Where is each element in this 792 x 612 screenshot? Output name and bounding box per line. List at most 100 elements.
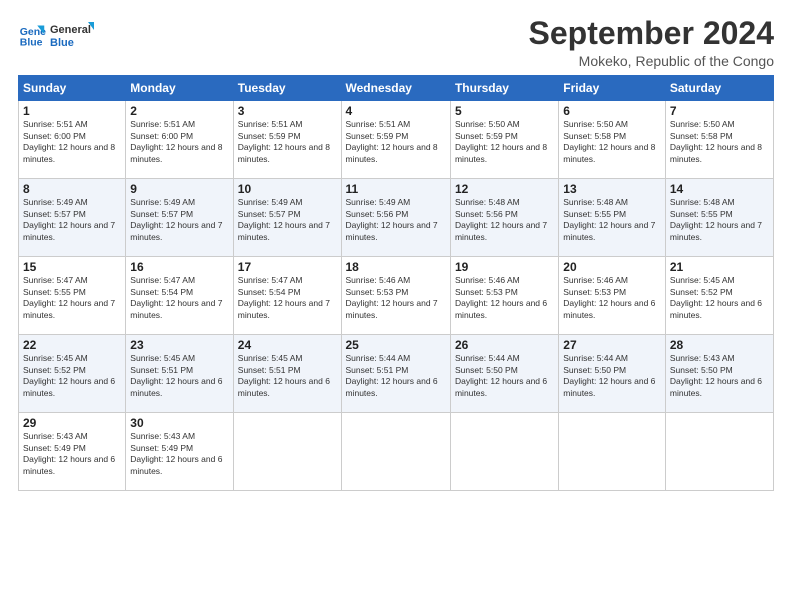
svg-text:Blue: Blue [20,37,43,49]
calendar-week-row: 8Sunrise: 5:49 AMSunset: 5:57 PMDaylight… [19,179,774,257]
calendar-cell: 29Sunrise: 5:43 AMSunset: 5:49 PMDayligh… [19,413,126,491]
calendar-week-row: 29Sunrise: 5:43 AMSunset: 5:49 PMDayligh… [19,413,774,491]
day-number: 29 [23,416,121,430]
weekday-header-row: SundayMondayTuesdayWednesdayThursdayFrid… [19,76,774,101]
svg-text:General: General [50,24,91,36]
day-detail: Sunrise: 5:45 AMSunset: 5:51 PMDaylight:… [130,353,228,399]
day-number: 21 [670,260,769,274]
day-number: 8 [23,182,121,196]
day-detail: Sunrise: 5:48 AMSunset: 5:56 PMDaylight:… [455,197,554,243]
day-detail: Sunrise: 5:50 AMSunset: 5:58 PMDaylight:… [670,119,769,165]
calendar-cell: 21Sunrise: 5:45 AMSunset: 5:52 PMDayligh… [665,257,773,335]
day-number: 9 [130,182,228,196]
calendar-cell: 6Sunrise: 5:50 AMSunset: 5:58 PMDaylight… [559,101,666,179]
calendar-cell: 25Sunrise: 5:44 AMSunset: 5:51 PMDayligh… [341,335,450,413]
weekday-header-tuesday: Tuesday [233,76,341,101]
calendar-page: General Blue General Blue September 2024… [0,0,792,612]
calendar-cell: 30Sunrise: 5:43 AMSunset: 5:49 PMDayligh… [126,413,233,491]
day-detail: Sunrise: 5:43 AMSunset: 5:49 PMDaylight:… [130,431,228,477]
day-number: 3 [238,104,337,118]
day-detail: Sunrise: 5:47 AMSunset: 5:54 PMDaylight:… [238,275,337,321]
calendar-week-row: 22Sunrise: 5:45 AMSunset: 5:52 PMDayligh… [19,335,774,413]
day-number: 23 [130,338,228,352]
day-number: 20 [563,260,661,274]
calendar-cell: 4Sunrise: 5:51 AMSunset: 5:59 PMDaylight… [341,101,450,179]
day-number: 12 [455,182,554,196]
calendar-cell: 24Sunrise: 5:45 AMSunset: 5:51 PMDayligh… [233,335,341,413]
day-number: 27 [563,338,661,352]
calendar-cell: 14Sunrise: 5:48 AMSunset: 5:55 PMDayligh… [665,179,773,257]
calendar-cell: 17Sunrise: 5:47 AMSunset: 5:54 PMDayligh… [233,257,341,335]
logo: General Blue General Blue [18,20,94,52]
calendar-week-row: 1Sunrise: 5:51 AMSunset: 6:00 PMDaylight… [19,101,774,179]
day-number: 16 [130,260,228,274]
calendar-cell: 13Sunrise: 5:48 AMSunset: 5:55 PMDayligh… [559,179,666,257]
day-detail: Sunrise: 5:44 AMSunset: 5:51 PMDaylight:… [346,353,446,399]
day-detail: Sunrise: 5:49 AMSunset: 5:57 PMDaylight:… [238,197,337,243]
weekday-header-thursday: Thursday [450,76,558,101]
day-number: 15 [23,260,121,274]
day-detail: Sunrise: 5:44 AMSunset: 5:50 PMDaylight:… [563,353,661,399]
day-detail: Sunrise: 5:46 AMSunset: 5:53 PMDaylight:… [563,275,661,321]
day-detail: Sunrise: 5:49 AMSunset: 5:56 PMDaylight:… [346,197,446,243]
day-detail: Sunrise: 5:50 AMSunset: 5:58 PMDaylight:… [563,119,661,165]
calendar-cell: 23Sunrise: 5:45 AMSunset: 5:51 PMDayligh… [126,335,233,413]
day-detail: Sunrise: 5:51 AMSunset: 6:00 PMDaylight:… [130,119,228,165]
title-area: September 2024 Mokeko, Republic of the C… [529,16,774,69]
day-detail: Sunrise: 5:47 AMSunset: 5:55 PMDaylight:… [23,275,121,321]
day-number: 17 [238,260,337,274]
day-detail: Sunrise: 5:43 AMSunset: 5:50 PMDaylight:… [670,353,769,399]
day-number: 18 [346,260,446,274]
weekday-header-wednesday: Wednesday [341,76,450,101]
calendar-cell: 19Sunrise: 5:46 AMSunset: 5:53 PMDayligh… [450,257,558,335]
weekday-header-sunday: Sunday [19,76,126,101]
day-number: 22 [23,338,121,352]
calendar-cell: 11Sunrise: 5:49 AMSunset: 5:56 PMDayligh… [341,179,450,257]
day-number: 7 [670,104,769,118]
day-number: 6 [563,104,661,118]
calendar-cell [665,413,773,491]
calendar-body: 1Sunrise: 5:51 AMSunset: 6:00 PMDaylight… [19,101,774,491]
calendar-cell: 1Sunrise: 5:51 AMSunset: 6:00 PMDaylight… [19,101,126,179]
day-detail: Sunrise: 5:45 AMSunset: 5:52 PMDaylight:… [670,275,769,321]
weekday-header-friday: Friday [559,76,666,101]
calendar-cell: 28Sunrise: 5:43 AMSunset: 5:50 PMDayligh… [665,335,773,413]
calendar-table: SundayMondayTuesdayWednesdayThursdayFrid… [18,75,774,491]
svg-text:Blue: Blue [50,37,74,49]
day-detail: Sunrise: 5:43 AMSunset: 5:49 PMDaylight:… [23,431,121,477]
calendar-cell: 3Sunrise: 5:51 AMSunset: 5:59 PMDaylight… [233,101,341,179]
calendar-cell: 5Sunrise: 5:50 AMSunset: 5:59 PMDaylight… [450,101,558,179]
calendar-cell: 20Sunrise: 5:46 AMSunset: 5:53 PMDayligh… [559,257,666,335]
day-number: 14 [670,182,769,196]
calendar-cell [559,413,666,491]
day-number: 4 [346,104,446,118]
day-detail: Sunrise: 5:51 AMSunset: 5:59 PMDaylight:… [238,119,337,165]
calendar-cell: 15Sunrise: 5:47 AMSunset: 5:55 PMDayligh… [19,257,126,335]
day-detail: Sunrise: 5:48 AMSunset: 5:55 PMDaylight:… [563,197,661,243]
calendar-week-row: 15Sunrise: 5:47 AMSunset: 5:55 PMDayligh… [19,257,774,335]
day-detail: Sunrise: 5:49 AMSunset: 5:57 PMDaylight:… [23,197,121,243]
location-subtitle: Mokeko, Republic of the Congo [529,53,774,69]
day-number: 13 [563,182,661,196]
day-detail: Sunrise: 5:44 AMSunset: 5:50 PMDaylight:… [455,353,554,399]
header: General Blue General Blue September 2024… [18,16,774,69]
calendar-cell: 9Sunrise: 5:49 AMSunset: 5:57 PMDaylight… [126,179,233,257]
calendar-cell: 8Sunrise: 5:49 AMSunset: 5:57 PMDaylight… [19,179,126,257]
day-detail: Sunrise: 5:50 AMSunset: 5:59 PMDaylight:… [455,119,554,165]
weekday-header-saturday: Saturday [665,76,773,101]
calendar-cell: 12Sunrise: 5:48 AMSunset: 5:56 PMDayligh… [450,179,558,257]
day-number: 25 [346,338,446,352]
calendar-cell: 26Sunrise: 5:44 AMSunset: 5:50 PMDayligh… [450,335,558,413]
calendar-cell [341,413,450,491]
day-detail: Sunrise: 5:46 AMSunset: 5:53 PMDaylight:… [346,275,446,321]
day-detail: Sunrise: 5:48 AMSunset: 5:55 PMDaylight:… [670,197,769,243]
calendar-cell: 2Sunrise: 5:51 AMSunset: 6:00 PMDaylight… [126,101,233,179]
day-number: 30 [130,416,228,430]
day-detail: Sunrise: 5:46 AMSunset: 5:53 PMDaylight:… [455,275,554,321]
calendar-cell [450,413,558,491]
month-title: September 2024 [529,16,774,51]
logo-svg: General Blue [50,20,94,52]
day-number: 2 [130,104,228,118]
calendar-cell: 18Sunrise: 5:46 AMSunset: 5:53 PMDayligh… [341,257,450,335]
day-number: 24 [238,338,337,352]
